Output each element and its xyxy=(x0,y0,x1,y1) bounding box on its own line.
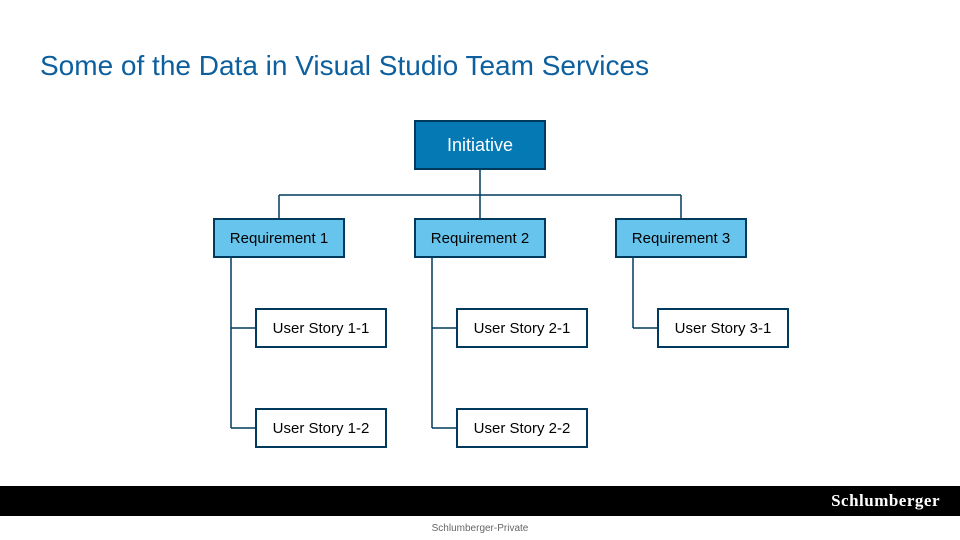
slide-title: Some of the Data in Visual Studio Team S… xyxy=(40,50,649,82)
node-user-story-2-2: User Story 2-2 xyxy=(456,408,588,448)
brand-logo: Schlumberger xyxy=(831,491,940,511)
node-initiative: Initiative xyxy=(414,120,546,170)
node-user-story-1-1: User Story 1-1 xyxy=(255,308,387,348)
footer-band: Schlumberger xyxy=(0,486,960,516)
node-requirement-2: Requirement 2 xyxy=(414,218,546,258)
node-user-story-1-2: User Story 1-2 xyxy=(255,408,387,448)
node-user-story-3-1: User Story 3-1 xyxy=(657,308,789,348)
privacy-label: Schlumberger-Private xyxy=(0,523,960,534)
node-requirement-1: Requirement 1 xyxy=(213,218,345,258)
node-requirement-3: Requirement 3 xyxy=(615,218,747,258)
node-user-story-2-1: User Story 2-1 xyxy=(456,308,588,348)
